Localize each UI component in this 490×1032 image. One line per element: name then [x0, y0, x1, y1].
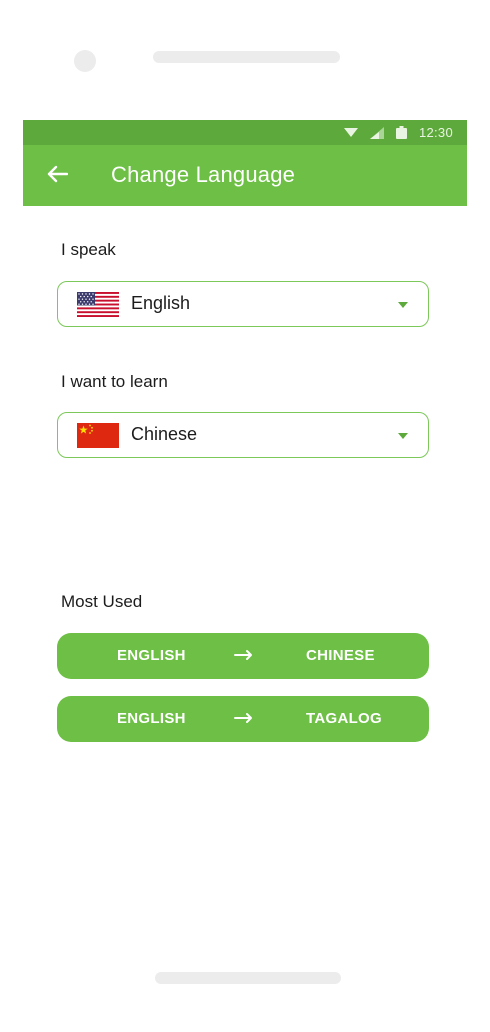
pair-to-language: TAGALOG — [306, 710, 382, 727]
signal-icon — [369, 126, 384, 139]
language-pair-button[interactable]: ENGLISH TAGALOG — [57, 696, 429, 742]
front-camera — [74, 50, 96, 72]
arrow-right-icon — [234, 709, 254, 727]
back-button[interactable] — [43, 163, 71, 189]
us-flag-icon — [77, 292, 119, 317]
battery-icon — [395, 126, 407, 139]
app-screen: 12:30 Change Language I speak English I … — [23, 120, 467, 960]
page-title: Change Language — [111, 162, 296, 187]
pair-to-language: CHINESE — [306, 647, 375, 664]
learn-selected-language: Chinese — [131, 424, 198, 444]
most-used-label: Most Used — [61, 592, 143, 611]
pair-from-language: ENGLISH — [117, 647, 186, 664]
learn-label: I want to learn — [61, 372, 168, 391]
pair-from-language: ENGLISH — [117, 710, 186, 727]
status-time: 12:30 — [418, 125, 453, 140]
app-bar: Change Language — [23, 145, 467, 206]
home-indicator — [155, 972, 341, 984]
china-flag-icon — [77, 423, 119, 448]
learn-language-dropdown[interactable]: Chinese — [57, 412, 429, 458]
caret-down-icon — [398, 433, 408, 439]
earpiece-speaker — [153, 51, 340, 63]
caret-down-icon — [398, 302, 408, 308]
speak-selected-language: English — [131, 293, 191, 313]
arrow-right-icon — [234, 646, 254, 664]
arrow-left-icon — [46, 165, 69, 188]
speak-label: I speak — [61, 240, 116, 259]
wifi-icon — [343, 127, 358, 138]
speak-language-dropdown[interactable]: English — [57, 281, 429, 327]
status-bar: 12:30 — [23, 120, 467, 145]
language-pair-button[interactable]: ENGLISH CHINESE — [57, 633, 429, 679]
